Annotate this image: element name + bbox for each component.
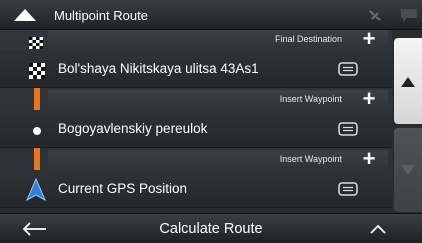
waypoint-label: Bogoyavlenskiy pereulok	[58, 121, 208, 136]
footer-bar: Calculate Route	[0, 213, 422, 243]
insert-waypoint-bar[interactable]: Insert Waypoint	[48, 150, 388, 170]
insert-waypoint-label: Insert Waypoint	[279, 94, 342, 104]
triangle-up-icon	[401, 77, 415, 87]
insert-waypoint-label: Insert Waypoint	[279, 154, 342, 164]
header-bar: Multipoint Route	[0, 0, 422, 30]
page-title: Multipoint Route	[54, 8, 148, 23]
gps-arrow-icon	[26, 178, 46, 202]
waypoint-label: Bol'shaya Nikitskaya ulitsa 43As1	[58, 61, 259, 76]
final-destination-label: Final Destination	[274, 34, 342, 44]
up-arrow-icon[interactable]	[6, 6, 44, 24]
calculate-route-button[interactable]: Calculate Route	[0, 221, 422, 237]
menu-icon[interactable]	[338, 62, 358, 76]
scroll-column	[394, 30, 422, 213]
insert-waypoint-button[interactable]: +	[356, 148, 382, 170]
waypoint-row-destination[interactable]: Bol'shaya Nikitskaya ulitsa 43As1	[0, 50, 392, 88]
menu-icon[interactable]	[338, 122, 358, 136]
chat-icon[interactable]	[398, 6, 420, 24]
add-destination-button[interactable]: +	[356, 28, 382, 50]
insert-waypoint-bar[interactable]: Insert Waypoint	[48, 90, 388, 110]
insert-waypoint-button[interactable]: +	[356, 88, 382, 110]
triangle-down-icon	[401, 165, 415, 175]
chevron-up-icon[interactable]	[368, 222, 388, 236]
checkered-flag-icon	[29, 37, 43, 49]
final-destination-bar[interactable]: Final Destination	[48, 30, 388, 50]
waypoint-row-origin[interactable]: Current GPS Position	[0, 170, 392, 208]
scroll-down-button[interactable]	[394, 128, 422, 212]
satellite-icon	[369, 10, 381, 21]
scroll-up-button[interactable]	[394, 38, 422, 124]
checkered-flag-icon	[29, 63, 45, 79]
waypoint-row-middle[interactable]: Bogoyavlenskiy pereulok	[0, 110, 392, 148]
waypoint-label: Current GPS Position	[58, 181, 188, 196]
waypoint-list: Final Destination + Bol'shaya Nikitskaya…	[0, 28, 392, 213]
waypoint-dot-icon	[33, 127, 41, 135]
menu-icon[interactable]	[338, 182, 358, 196]
